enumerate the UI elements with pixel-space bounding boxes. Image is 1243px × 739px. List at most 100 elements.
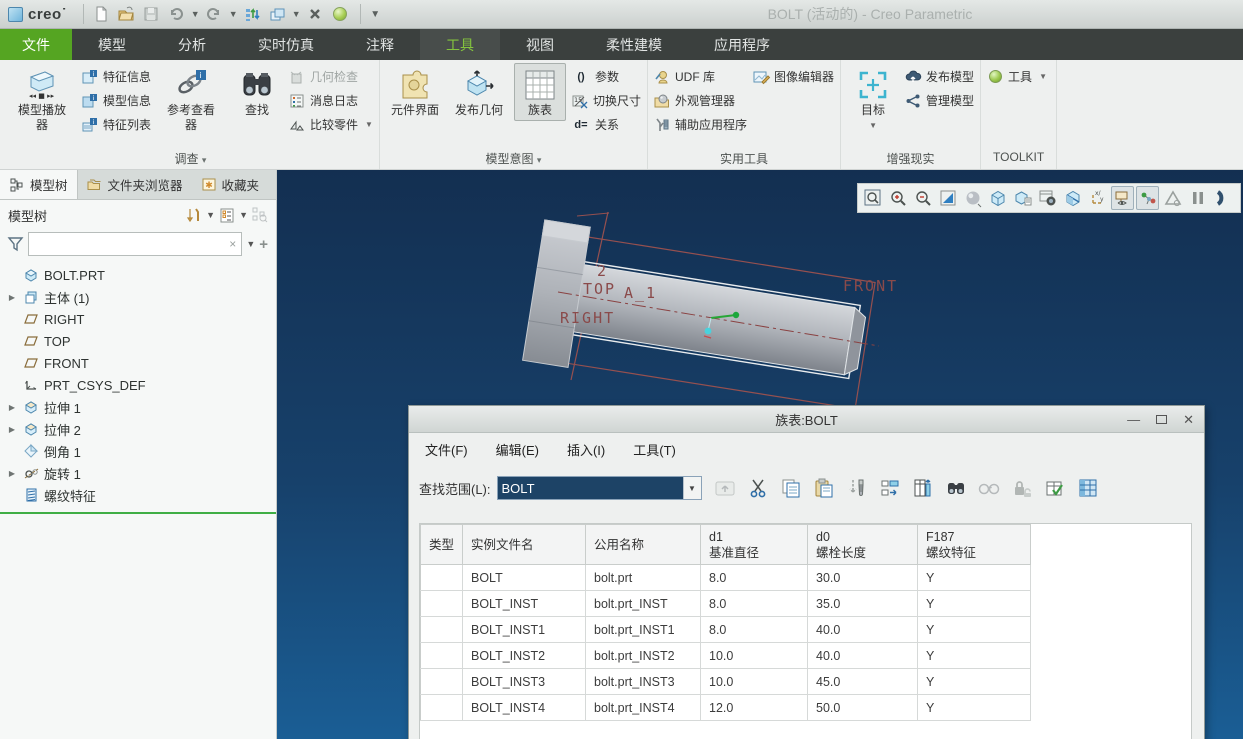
feature-info-button[interactable]: i特征信息	[82, 68, 151, 85]
insert-column-icon[interactable]	[912, 477, 934, 499]
tab-model[interactable]: 模型	[72, 29, 152, 60]
table-row[interactable]: BOLT_INST2bolt.prt_INST210.040.0Y	[421, 643, 1031, 669]
insert-instance-icon[interactable]	[846, 477, 868, 499]
play-status-icon[interactable]	[329, 3, 351, 25]
tree-item-top-plane[interactable]: TOP	[6, 330, 276, 352]
reference-viewer-button[interactable]: i 参考查看器	[157, 63, 225, 136]
find-button[interactable]: 查找	[231, 63, 283, 121]
tree-filter-input[interactable]: ×	[28, 232, 242, 256]
expander-icon[interactable]: ▶	[6, 469, 18, 478]
table-row[interactable]: BOLT_INST1bolt.prt_INST18.040.0Y	[421, 617, 1031, 643]
filter-dropdown-icon[interactable]: ▼	[246, 239, 255, 249]
resume-partial-icon[interactable]	[1211, 186, 1234, 210]
spin-center-icon[interactable]	[1136, 186, 1159, 210]
tab-annotate[interactable]: 注释	[340, 29, 420, 60]
zoom-out-icon[interactable]	[911, 186, 934, 210]
toolkit-tools-button[interactable]: 工具▼	[987, 68, 1047, 85]
table-row[interactable]: BOLT_INST3bolt.prt_INST310.045.0Y	[421, 669, 1031, 695]
tab-folder-browser[interactable]: 文件夹浏览器	[78, 170, 192, 199]
axis-a1-label[interactable]: A_1	[624, 284, 657, 302]
right-datum-label[interactable]: RIGHT	[560, 309, 615, 327]
col-type[interactable]: 类型	[421, 525, 463, 565]
zoom-window-icon[interactable]	[861, 186, 884, 210]
col-instance-filename[interactable]: 实例文件名	[463, 525, 586, 565]
table-row[interactable]: BOLT_INSTbolt.prt_INST8.035.0Y	[421, 591, 1031, 617]
udf-library-button[interactable]: UDF 库	[654, 68, 747, 85]
annotation-display-icon[interactable]	[1111, 186, 1134, 210]
tree-item-bolt-prt[interactable]: BOLT.PRT	[6, 264, 276, 286]
tree-filters-icon[interactable]	[219, 207, 235, 223]
filter-funnel-icon[interactable]	[8, 236, 24, 252]
group-label-toolkit[interactable]: TOOLKIT	[987, 150, 1050, 169]
dialog-minimize-icon[interactable]: —	[1127, 413, 1140, 426]
redo-dropdown-icon[interactable]: ▼	[228, 9, 238, 19]
col-d0[interactable]: d0螺栓长度	[808, 525, 918, 565]
ar-target-dropdown-icon[interactable]: ▼	[869, 118, 877, 133]
tab-analysis[interactable]: 分析	[152, 29, 232, 60]
find-instance-icon[interactable]	[945, 477, 967, 499]
lock-icon[interactable]	[1011, 477, 1033, 499]
tab-file[interactable]: 文件	[0, 29, 72, 60]
tree-item-extrude-2[interactable]: ▶拉伸 2	[6, 418, 276, 440]
menu-edit[interactable]: 编辑(E)	[496, 440, 539, 459]
table-row[interactable]: BOLT_INST4bolt.prt_INST412.050.0Y	[421, 695, 1031, 721]
model-player-button[interactable]: ◂◂ ■ ▸▸ 模型播放器	[8, 63, 76, 136]
open-icon[interactable]	[115, 3, 137, 25]
expander-icon[interactable]: ▶	[6, 293, 18, 302]
image-editor-button[interactable]: 图像编辑器	[753, 68, 834, 85]
compare-part-button[interactable]: 比较零件▼	[289, 116, 373, 133]
preview-icon[interactable]	[978, 477, 1000, 499]
copy-icon[interactable]	[780, 477, 802, 499]
toolbar-options-icon[interactable]: ▼	[370, 9, 380, 20]
group-label-augmented-reality[interactable]: 增强现实	[847, 150, 974, 169]
regenerate-icon[interactable]	[241, 3, 263, 25]
look-in-dropdown-icon[interactable]: ▼	[683, 477, 701, 499]
tab-favorites[interactable]: ✱ 收藏夹	[192, 170, 269, 199]
group-label-investigate[interactable]: 调查 ▾	[8, 150, 373, 169]
compare-part-dropdown-icon[interactable]: ▼	[365, 120, 373, 129]
relations-button[interactable]: d=关系	[572, 116, 641, 133]
component-interface-button[interactable]: 元件界面	[386, 63, 444, 121]
look-in-combobox[interactable]: BOLT ▼	[497, 476, 702, 500]
saved-orientations-icon[interactable]	[1011, 186, 1034, 210]
top-datum-label[interactable]: TOP	[583, 280, 616, 298]
insert-row-icon[interactable]	[879, 477, 901, 499]
filter-add-icon[interactable]: +	[259, 236, 268, 253]
shading-style-icon[interactable]	[961, 186, 984, 210]
table-row[interactable]: BOLTbolt.prt8.030.0Y	[421, 565, 1031, 591]
manage-model-button[interactable]: 管理模型	[905, 92, 974, 109]
verify-icon[interactable]	[1044, 477, 1066, 499]
tab-flexible-modeling[interactable]: 柔性建模	[580, 29, 688, 60]
model-info-button[interactable]: i模型信息	[82, 92, 151, 109]
tab-live-simulation[interactable]: 实时仿真	[232, 29, 340, 60]
tree-item-right-plane[interactable]: RIGHT	[6, 308, 276, 330]
aux-applications-button[interactable]: 辅助应用程序	[654, 116, 747, 133]
clear-filter-icon[interactable]: ×	[229, 237, 236, 251]
group-label-model-intent[interactable]: 模型意图 ▾	[386, 150, 641, 169]
edit-table-icon[interactable]	[1077, 477, 1099, 499]
toolkit-tools-dropdown-icon[interactable]: ▼	[1039, 72, 1047, 81]
family-table-area[interactable]: 类型 实例文件名 公用名称 d1基准直径 d0螺栓长度 F187螺纹特征 BOL…	[419, 523, 1192, 739]
windows-dropdown-icon[interactable]: ▼	[291, 9, 301, 19]
dialog-close-icon[interactable]: ✕	[1183, 413, 1194, 426]
undo-dropdown-icon[interactable]: ▼	[190, 9, 200, 19]
tree-item-extrude-1[interactable]: ▶拉伸 1	[6, 396, 276, 418]
menu-tools[interactable]: 工具(T)	[633, 440, 676, 459]
expander-icon[interactable]: ▶	[6, 425, 18, 434]
tree-item-chamfer-1[interactable]: 倒角 1	[6, 440, 276, 462]
view-capture-icon[interactable]	[1036, 186, 1059, 210]
undo-icon[interactable]	[165, 3, 187, 25]
geometry-check-button[interactable]: 几何检查	[289, 68, 373, 85]
family-table-button[interactable]: 族表	[514, 63, 566, 121]
expander-icon[interactable]: ▶	[6, 403, 18, 412]
zoom-in-icon[interactable]	[886, 186, 909, 210]
tree-filters-dropdown-icon[interactable]: ▼	[239, 210, 248, 220]
tree-item-body[interactable]: ▶主体 (1)	[6, 286, 276, 308]
publish-geometry-button[interactable]: 发布几何	[450, 63, 508, 121]
parameters-button[interactable]: ()参数	[572, 68, 641, 85]
tree-item-revolve-1[interactable]: ▶旋转 1	[6, 462, 276, 484]
feature-list-button[interactable]: i特征列表	[82, 116, 151, 133]
switch-dimensions-button[interactable]: 15切换尺寸	[572, 92, 641, 109]
menu-file[interactable]: 文件(F)	[425, 440, 468, 459]
tree-tools-dropdown-icon[interactable]: ▼	[206, 210, 215, 220]
